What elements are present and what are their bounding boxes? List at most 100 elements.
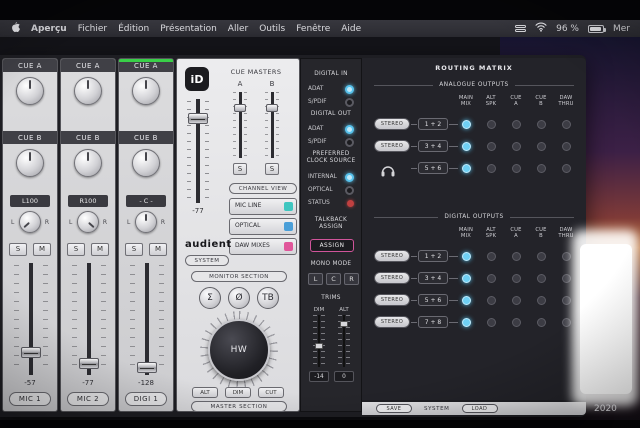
mute-button[interactable]: M bbox=[33, 243, 51, 256]
stereo-toggle-button[interactable]: STEREO bbox=[374, 272, 410, 284]
sum-mono-button[interactable]: Σ bbox=[199, 287, 221, 309]
talkback-button[interactable]: TB bbox=[257, 287, 279, 309]
matrix-dot[interactable] bbox=[512, 296, 521, 305]
matrix-dot[interactable] bbox=[512, 252, 521, 261]
clock-internal-option[interactable]: INTERNAL bbox=[308, 171, 354, 183]
master-fader[interactable] bbox=[187, 99, 209, 203]
matrix-dot[interactable] bbox=[537, 252, 546, 261]
clock-optical-option[interactable]: OPTICAL bbox=[308, 184, 354, 196]
fader-cap[interactable] bbox=[21, 347, 41, 358]
matrix-dot[interactable] bbox=[487, 120, 496, 129]
stereo-toggle-button[interactable]: STEREO bbox=[374, 118, 410, 130]
pan-knob[interactable] bbox=[77, 211, 99, 233]
mute-button[interactable]: M bbox=[91, 243, 109, 256]
channel-fader[interactable] bbox=[130, 263, 164, 375]
matrix-dot[interactable] bbox=[462, 164, 471, 173]
radio-indicator[interactable] bbox=[345, 185, 354, 195]
matrix-dot[interactable] bbox=[562, 296, 571, 305]
cue-master-b-fader[interactable] bbox=[265, 92, 279, 158]
stereo-toggle-button[interactable]: STEREO bbox=[374, 316, 410, 328]
matrix-dot[interactable] bbox=[537, 296, 546, 305]
radio-indicator[interactable] bbox=[345, 84, 354, 94]
matrix-dot[interactable] bbox=[487, 318, 496, 327]
matrix-dot[interactable] bbox=[562, 142, 571, 151]
dim-trim-slider[interactable] bbox=[313, 315, 325, 367]
pan-knob[interactable] bbox=[135, 211, 157, 233]
optical-view-button[interactable]: OPTICAL bbox=[229, 218, 297, 235]
fader-cap[interactable] bbox=[79, 358, 99, 369]
stereo-toggle-button[interactable]: STEREO bbox=[374, 294, 410, 306]
matrix-dot[interactable] bbox=[562, 164, 571, 173]
menu-aide[interactable]: Aide bbox=[341, 24, 361, 34]
matrix-dot[interactable] bbox=[487, 274, 496, 283]
radio-indicator[interactable] bbox=[345, 172, 354, 182]
matrix-dot[interactable] bbox=[537, 120, 546, 129]
cue-b-knob[interactable] bbox=[132, 149, 160, 177]
channel-fader[interactable] bbox=[14, 263, 48, 375]
fader-cap[interactable] bbox=[234, 104, 246, 112]
solo-button[interactable]: S bbox=[9, 243, 27, 256]
digital-in-spdif-option[interactable]: S/PDIF bbox=[308, 96, 354, 108]
matrix-dot[interactable] bbox=[462, 120, 471, 129]
matrix-dot[interactable] bbox=[462, 318, 471, 327]
matrix-dot[interactable] bbox=[562, 318, 571, 327]
matrix-dot[interactable] bbox=[462, 252, 471, 261]
menu-edition[interactable]: Édition bbox=[118, 24, 149, 34]
menu-aller[interactable]: Aller bbox=[228, 24, 248, 34]
matrix-dot[interactable] bbox=[487, 296, 496, 305]
matrix-dot[interactable] bbox=[487, 252, 496, 261]
radio-indicator[interactable] bbox=[345, 97, 354, 107]
matrix-dot[interactable] bbox=[562, 274, 571, 283]
fader-cap[interactable] bbox=[266, 104, 278, 112]
digital-in-adat-option[interactable]: ADAT bbox=[308, 83, 354, 95]
alt-speaker-button[interactable]: ALT bbox=[192, 387, 218, 398]
matrix-dot[interactable] bbox=[562, 120, 571, 129]
slider-cap[interactable] bbox=[340, 321, 348, 327]
matrix-dot[interactable] bbox=[512, 142, 521, 151]
mono-right-button[interactable]: R bbox=[344, 273, 359, 285]
mono-left-button[interactable]: L bbox=[308, 273, 323, 285]
matrix-dot[interactable] bbox=[537, 142, 546, 151]
menu-outils[interactable]: Outils bbox=[259, 24, 285, 34]
matrix-dot[interactable] bbox=[487, 142, 496, 151]
cue-b-knob[interactable] bbox=[74, 149, 102, 177]
menu-fenetre[interactable]: Fenêtre bbox=[296, 24, 330, 34]
digital-out-spdif-option[interactable]: S/PDIF bbox=[308, 136, 354, 148]
matrix-dot[interactable] bbox=[462, 274, 471, 283]
slider-cap[interactable] bbox=[315, 343, 323, 349]
matrix-dot[interactable] bbox=[512, 274, 521, 283]
menu-fichier[interactable]: Fichier bbox=[78, 24, 107, 34]
cue-b-knob[interactable] bbox=[16, 149, 44, 177]
cue-a-knob[interactable] bbox=[132, 77, 160, 105]
fader-cap[interactable] bbox=[188, 113, 208, 124]
radio-indicator[interactable] bbox=[345, 137, 354, 147]
menu-apercu[interactable]: Aperçu bbox=[31, 24, 67, 34]
mono-center-button[interactable]: C bbox=[326, 273, 341, 285]
menu-bar-clock[interactable]: Mer bbox=[613, 24, 630, 34]
fader-cap[interactable] bbox=[137, 362, 157, 373]
alt-trim-slider[interactable] bbox=[338, 315, 350, 367]
matrix-dot[interactable] bbox=[487, 164, 496, 173]
matrix-dot[interactable] bbox=[462, 296, 471, 305]
matrix-dot[interactable] bbox=[537, 164, 546, 173]
talkback-assign-button[interactable]: ASSIGN bbox=[310, 239, 354, 252]
matrix-dot[interactable] bbox=[512, 164, 521, 173]
matrix-dot[interactable] bbox=[462, 142, 471, 151]
load-button[interactable]: LOAD bbox=[461, 404, 498, 413]
pan-knob[interactable] bbox=[19, 211, 41, 233]
mute-button[interactable]: M bbox=[149, 243, 167, 256]
cue-a-knob[interactable] bbox=[16, 77, 44, 105]
matrix-dot[interactable] bbox=[512, 318, 521, 327]
mic-line-view-button[interactable]: MIC LINE bbox=[229, 198, 297, 215]
system-button[interactable]: SYSTEM bbox=[185, 255, 229, 266]
solo-button[interactable]: S bbox=[67, 243, 85, 256]
channel-fader[interactable] bbox=[72, 263, 106, 375]
dim-button[interactable]: DIM bbox=[225, 387, 251, 398]
matrix-dot[interactable] bbox=[537, 274, 546, 283]
hardware-volume-knob[interactable]: HW bbox=[208, 319, 270, 381]
battery-icon[interactable] bbox=[587, 24, 606, 33]
cue-a-knob[interactable] bbox=[74, 77, 102, 105]
stereo-toggle-button[interactable]: STEREO bbox=[374, 140, 410, 152]
stereo-toggle-button[interactable]: STEREO bbox=[374, 250, 410, 262]
wifi-icon[interactable] bbox=[535, 22, 547, 35]
